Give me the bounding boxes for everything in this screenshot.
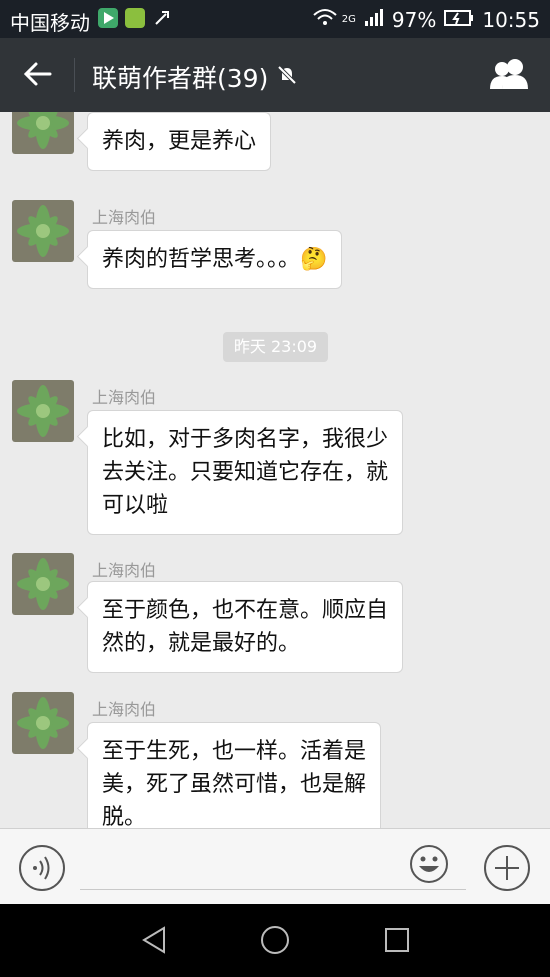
back-triangle-icon[interactable] (138, 924, 170, 956)
back-arrow-icon[interactable] (20, 56, 56, 92)
message-bubble[interactable]: 比如，对于多肉名字，我很少 去关注。只要知道它存在，就 可以啦 (87, 410, 404, 535)
network-type: 2G (341, 14, 356, 25)
avatar[interactable] (12, 200, 74, 262)
mute-icon (276, 63, 298, 92)
message-input[interactable] (80, 889, 466, 890)
input-bar (0, 828, 550, 904)
system-nav-bar (0, 904, 550, 977)
plus-icon[interactable] (483, 844, 531, 892)
message-line: 至于颜色，也不在意。顺应自 (102, 598, 389, 623)
chat-header: 联萌作者群(39) (0, 38, 550, 112)
time-divider: 昨天 23:09 (223, 332, 328, 362)
message-bubble[interactable]: 养肉的哲学思考。。。🤔 (87, 230, 343, 289)
avatar[interactable] (12, 112, 74, 154)
message-list[interactable]: 养肉，更是养心 上海肉伯 养肉的哲学思考。。。🤔 昨天 23:09 上海肉伯 比… (0, 112, 550, 828)
thinking-emoji: 🤔 (300, 247, 328, 272)
message-text: 养肉，更是养心 (102, 129, 257, 154)
chat-notification-icon (125, 8, 145, 28)
message-bubble[interactable]: 至于生死，也一样。活着是 美，死了虽然可惜，也是解 脱。 (87, 722, 382, 828)
sender-name: 上海肉伯 (92, 388, 157, 407)
wifi-icon (312, 7, 338, 32)
message-line: 至于生死，也一样。活着是 (102, 739, 367, 764)
group-members-icon[interactable] (488, 55, 530, 95)
recents-square-icon[interactable] (381, 924, 413, 956)
group-name: 联萌作者群(39) (92, 64, 269, 93)
sender-name: 上海肉伯 (92, 700, 157, 719)
signal-icon (364, 7, 384, 32)
avatar[interactable] (12, 692, 74, 754)
message-line: 可以啦 (102, 493, 169, 518)
group-title: 联萌作者群(39) (92, 59, 298, 95)
emoji-icon[interactable] (409, 844, 449, 884)
sender-name: 上海肉伯 (92, 561, 157, 580)
avatar[interactable] (12, 380, 74, 442)
message-bubble[interactable]: 至于颜色，也不在意。顺应自 然的，就是最好的。 (87, 581, 404, 673)
voice-icon[interactable] (18, 844, 66, 892)
message-line: 比如，对于多肉名字，我很少 (102, 427, 389, 452)
battery-percent: 97% (391, 7, 437, 32)
message-line: 美，死了虽然可惜，也是解 (102, 772, 367, 797)
battery-icon (444, 8, 474, 32)
message-bubble[interactable]: 养肉，更是养心 (87, 112, 272, 171)
status-bar: 中国移动 2G 97% 10:55 (0, 0, 550, 38)
sender-name: 上海肉伯 (92, 208, 157, 227)
message-line: 脱。 (102, 805, 147, 828)
message-line: 去关注。只要知道它存在，就 (102, 460, 389, 485)
message-line: 然的，就是最好的。 (102, 631, 301, 656)
app-notification-icon (98, 8, 118, 28)
message-text: 养肉的哲学思考。。。 (102, 247, 301, 272)
avatar[interactable] (12, 553, 74, 615)
home-circle-icon[interactable] (259, 924, 291, 956)
carrier-label: 中国移动 (10, 11, 90, 35)
clock: 10:55 (482, 7, 540, 32)
header-divider (74, 58, 75, 92)
usb-icon (152, 8, 172, 28)
